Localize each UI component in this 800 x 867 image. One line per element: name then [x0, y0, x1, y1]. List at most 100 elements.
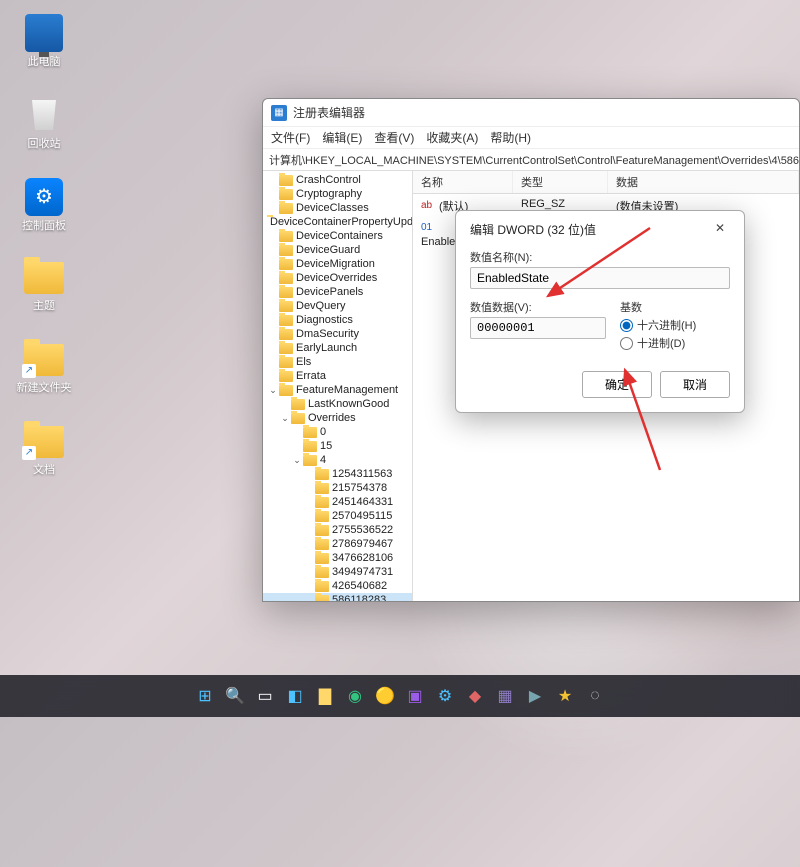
radix-hex-row[interactable]: 十六进制(H): [620, 317, 730, 333]
radix-dec-row[interactable]: 十进制(D): [620, 335, 730, 351]
tree-node[interactable]: DeviceGuard: [263, 243, 412, 257]
app-icon[interactable]: ◆: [462, 683, 488, 709]
tree-label: 586118283: [332, 594, 386, 601]
tree-node[interactable]: 586118283: [263, 593, 412, 601]
tree-node[interactable]: Els: [263, 355, 412, 369]
tree-node[interactable]: ⌄Overrides: [263, 411, 412, 425]
titlebar[interactable]: ▦ 注册表编辑器: [263, 99, 799, 127]
desktop-icon-label: 新建文件夹: [12, 382, 76, 395]
dialog-title: 编辑 DWORD (32 位)值: [470, 221, 596, 238]
tree-label: 3476628106: [332, 552, 393, 564]
desktop-icon-theme[interactable]: 主题: [12, 260, 76, 313]
expand-icon[interactable]: ⌄: [267, 385, 279, 396]
search-icon[interactable]: 🔍: [222, 683, 248, 709]
menu-favorites[interactable]: 收藏夹(A): [426, 129, 478, 146]
col-data[interactable]: 数据: [608, 171, 799, 193]
folder-icon: [279, 287, 293, 298]
app-icon[interactable]: ▦: [492, 683, 518, 709]
tree-label: DeviceOverrides: [296, 272, 377, 284]
tree-node[interactable]: 3494974731: [263, 565, 412, 579]
expand-icon[interactable]: ⌄: [291, 455, 303, 466]
tree-node[interactable]: 3476628106: [263, 551, 412, 565]
folder-icon: [315, 469, 329, 480]
explorer-icon[interactable]: ▇: [312, 683, 338, 709]
store-icon[interactable]: ▣: [402, 683, 428, 709]
tree-node[interactable]: DmaSecurity: [263, 327, 412, 341]
edge-icon[interactable]: ◉: [342, 683, 368, 709]
tree-label: DevQuery: [296, 300, 346, 312]
tree-view[interactable]: CrashControlCryptographyDeviceClassesDev…: [263, 171, 413, 601]
tree-label: DevicePanels: [296, 286, 363, 298]
tree-node[interactable]: DevicePanels: [263, 285, 412, 299]
value-data-field[interactable]: [470, 317, 606, 339]
tree-node[interactable]: ⌄ FeatureManagement: [263, 383, 412, 397]
tree-node[interactable]: 2786979467: [263, 537, 412, 551]
tree-node[interactable]: ⌄4: [263, 453, 412, 467]
tree-node[interactable]: 215754378: [263, 481, 412, 495]
col-type[interactable]: 类型: [513, 171, 608, 193]
tree-node[interactable]: DeviceMigration: [263, 257, 412, 271]
tree-node[interactable]: DeviceContainerPropertyUpda: [263, 215, 412, 229]
menu-view[interactable]: 查看(V): [374, 129, 414, 146]
folder-icon: [315, 539, 329, 550]
folder-icon: [315, 483, 329, 494]
desktop-icon-this-pc[interactable]: 此电脑: [12, 14, 76, 69]
menu-file[interactable]: 文件(F): [271, 129, 310, 146]
tree-label: DeviceGuard: [296, 244, 360, 256]
start-button[interactable]: ⊞: [192, 683, 218, 709]
value-name-field[interactable]: [470, 267, 730, 289]
folder-icon: [279, 329, 293, 340]
tree-node[interactable]: 426540682: [263, 579, 412, 593]
folder-icon: [279, 385, 293, 396]
expand-icon[interactable]: ⌄: [279, 413, 291, 424]
tree-node[interactable]: Diagnostics: [263, 313, 412, 327]
desktop-icon-recycle-bin[interactable]: 回收站: [12, 96, 76, 151]
settings-icon[interactable]: ⚙: [432, 683, 458, 709]
tree-label: 2755536522: [332, 524, 393, 536]
tree-node[interactable]: LastKnownGood: [263, 397, 412, 411]
tree-label: DeviceClasses: [296, 202, 369, 214]
radix-dec-radio[interactable]: [620, 337, 633, 350]
tree-node[interactable]: DeviceContainers: [263, 229, 412, 243]
ok-button[interactable]: 确定: [582, 371, 652, 398]
folder-icon: [279, 371, 293, 382]
tree-label: Errata: [296, 370, 326, 382]
menu-edit[interactable]: 编辑(E): [322, 129, 362, 146]
tree-node[interactable]: 2451464331: [263, 495, 412, 509]
app-icon[interactable]: ◌: [582, 683, 608, 709]
address-bar[interactable]: 计算机\HKEY_LOCAL_MACHINE\SYSTEM\CurrentCon…: [263, 149, 799, 171]
col-name[interactable]: 名称: [413, 171, 513, 193]
folder-icon: [291, 399, 305, 410]
cancel-button[interactable]: 取消: [660, 371, 730, 398]
app-icon[interactable]: ★: [552, 683, 578, 709]
radix-hex-radio[interactable]: [620, 319, 633, 332]
task-view-icon[interactable]: ▭: [252, 683, 278, 709]
tree-node[interactable]: 0: [263, 425, 412, 439]
tree-node[interactable]: CrashControl: [263, 173, 412, 187]
radix-label: 基数: [620, 299, 730, 315]
tree-node[interactable]: DeviceClasses: [263, 201, 412, 215]
widgets-icon[interactable]: ◧: [282, 683, 308, 709]
desktop-icon-documents[interactable]: 文档: [12, 424, 76, 477]
tree-node[interactable]: 2755536522: [263, 523, 412, 537]
tree-node[interactable]: Errata: [263, 369, 412, 383]
tree-label: LastKnownGood: [308, 398, 389, 410]
tree-node[interactable]: Cryptography: [263, 187, 412, 201]
list-header: 名称 类型 数据: [413, 171, 799, 194]
tree-label: DeviceMigration: [296, 258, 375, 270]
app-icon[interactable]: ▶: [522, 683, 548, 709]
tree-node[interactable]: 1254311563: [263, 467, 412, 481]
close-icon[interactable]: ✕: [710, 219, 730, 239]
menu-help[interactable]: 帮助(H): [490, 129, 531, 146]
tree-node[interactable]: DeviceOverrides: [263, 271, 412, 285]
tree-node[interactable]: EarlyLaunch: [263, 341, 412, 355]
folder-icon: [24, 426, 64, 458]
tree-label: FeatureManagement: [296, 384, 398, 396]
chrome-icon[interactable]: 🟡: [372, 683, 398, 709]
dialog-titlebar[interactable]: 编辑 DWORD (32 位)值 ✕: [470, 219, 730, 239]
desktop-icon-new-folder[interactable]: 新建文件夹: [12, 342, 76, 395]
tree-node[interactable]: DevQuery: [263, 299, 412, 313]
tree-node[interactable]: 2570495115: [263, 509, 412, 523]
desktop-icon-control-panel[interactable]: 控制面板: [12, 178, 76, 233]
tree-node[interactable]: 15: [263, 439, 412, 453]
